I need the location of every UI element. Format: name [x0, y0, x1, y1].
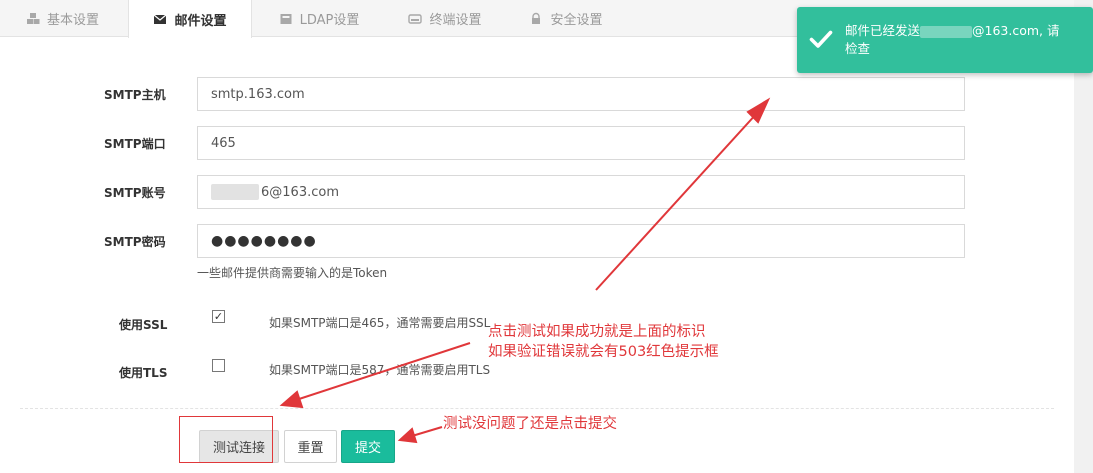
- arrow-head: [279, 390, 304, 409]
- annotation-text-3: 测试没问题了还是点击提交: [443, 416, 617, 432]
- arrow-head: [397, 427, 418, 444]
- annotation-arrows: [279, 97, 771, 444]
- annotation-text-1: 点击测试如果成功就是上面的标识: [488, 324, 706, 340]
- arrow-to-submit-button: [411, 426, 443, 437]
- arrow-to-test-button: [295, 342, 471, 401]
- annotation-text-2: 如果验证错误就会有503红色提示框: [488, 344, 719, 360]
- arrow-to-toast: [595, 111, 759, 291]
- settings-page: 基本设置 邮件设置 LDAP设置 终端设置 安全设置 SMTP主机 smtp.1…: [0, 0, 1093, 473]
